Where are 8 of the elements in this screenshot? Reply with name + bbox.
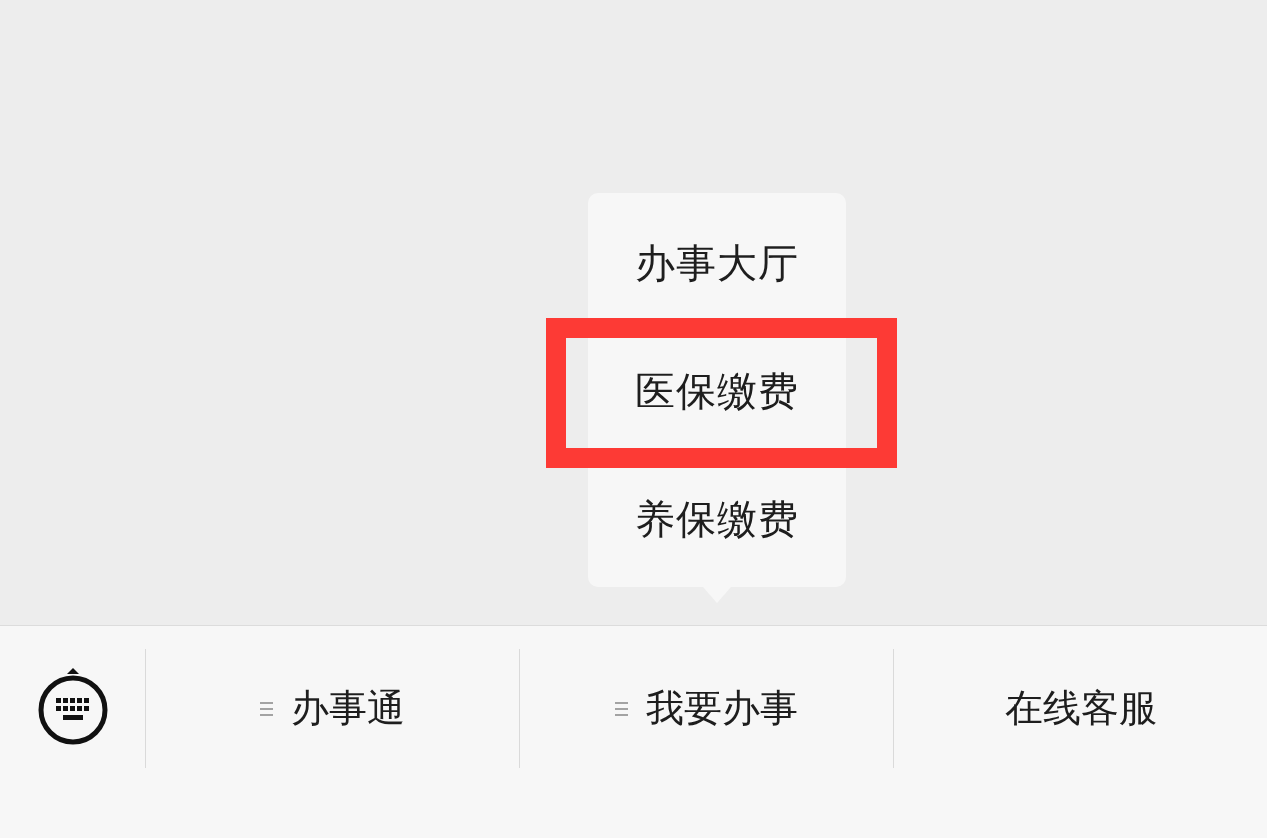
submenu-item[interactable]: 养保缴费 [635, 491, 799, 547]
submenu-item[interactable]: 办事大厅 [635, 235, 799, 291]
submenu-item[interactable]: 医保缴费 [635, 363, 799, 419]
menu-tab[interactable]: 在线客服 [894, 649, 1267, 768]
menu-icon [615, 700, 628, 717]
menu-tab[interactable]: 我要办事 [520, 649, 893, 768]
menu-icon [260, 700, 273, 717]
menu-tab[interactable]: 办事通 [146, 649, 519, 768]
